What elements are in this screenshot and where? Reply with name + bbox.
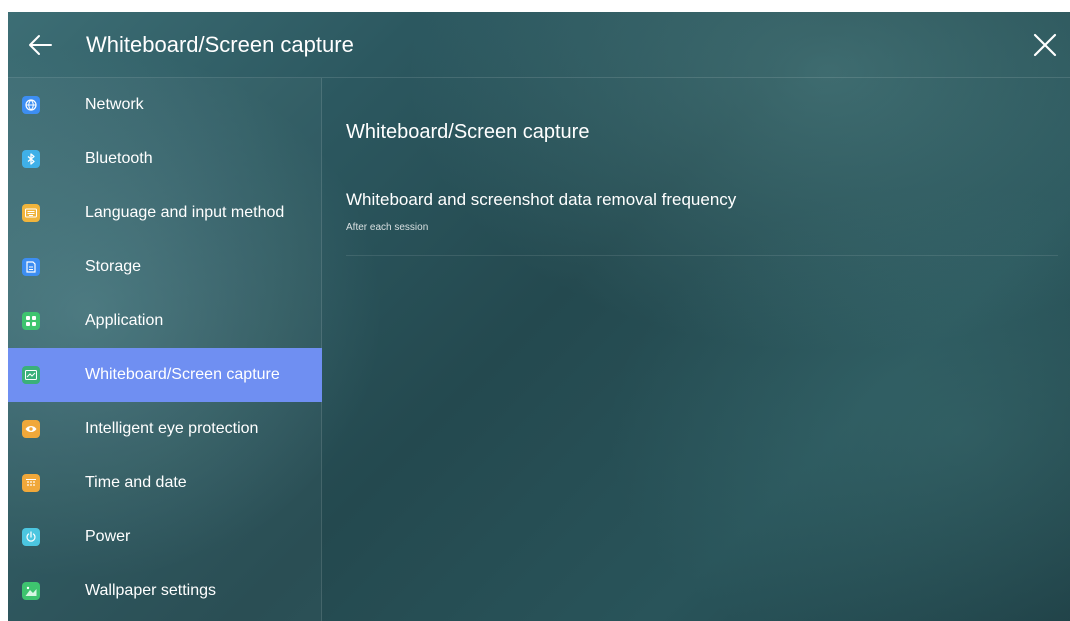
sidebar-item-time-date[interactable]: Time and date: [8, 456, 322, 510]
settings-window: Whiteboard/Screen capture Network Blueto…: [8, 12, 1070, 621]
close-button[interactable]: [1028, 28, 1062, 62]
setting-title: Whiteboard and screenshot data removal f…: [346, 190, 737, 209]
sidebar-item-network[interactable]: Network: [8, 78, 322, 132]
sidebar-item-label: Time and date: [85, 474, 187, 491]
settings-sidebar: Network Bluetooth Language and input met…: [8, 78, 322, 621]
header-bar: Whiteboard/Screen capture: [8, 12, 1070, 78]
removal-frequency-setting[interactable]: Whiteboard and screenshot data removal f…: [346, 178, 1058, 256]
wallpaper-icon: [22, 582, 40, 600]
sidebar-item-label: Power: [85, 528, 131, 545]
power-icon: [22, 528, 40, 546]
sidebar-item-label: Intelligent eye protection: [85, 420, 259, 437]
keyboard-icon: [22, 204, 40, 222]
settings-content: Whiteboard/Screen capture Whiteboard and…: [323, 78, 1070, 621]
storage-icon: [22, 258, 40, 276]
sidebar-item-bluetooth[interactable]: Bluetooth: [8, 132, 322, 186]
bluetooth-icon: [22, 150, 40, 168]
screen-capture-icon: [22, 366, 40, 384]
arrow-left-icon: [29, 35, 52, 55]
sidebar-item-label: Storage: [85, 258, 142, 275]
sidebar-item-label: Whiteboard/Screen capture: [85, 366, 280, 383]
sidebar-item-label: Bluetooth: [85, 150, 153, 167]
calendar-icon: [22, 474, 40, 492]
eye-icon: [22, 420, 40, 438]
sidebar-item-wallpaper[interactable]: Wallpaper settings: [8, 564, 322, 618]
sidebar-item-label: Network: [85, 96, 144, 113]
sidebar-item-whiteboard[interactable]: Whiteboard/Screen capture: [8, 348, 322, 402]
page-title: Whiteboard/Screen capture: [86, 32, 354, 57]
sidebar-item-application[interactable]: Application: [8, 294, 322, 348]
close-icon: [1033, 33, 1057, 57]
setting-value: After each session: [346, 222, 429, 233]
sidebar-item-storage[interactable]: Storage: [8, 240, 322, 294]
section-title: Whiteboard/Screen capture: [346, 121, 590, 143]
sidebar-item-label: Application: [85, 312, 164, 329]
sidebar-item-label: Wallpaper settings: [85, 582, 217, 599]
apps-grid-icon: [22, 312, 40, 330]
sidebar-item-power[interactable]: Power: [8, 510, 322, 564]
sidebar-item-language[interactable]: Language and input method: [8, 186, 322, 240]
back-button[interactable]: [22, 28, 58, 62]
globe-icon: [22, 96, 40, 114]
sidebar-item-label: Language and input method: [85, 204, 285, 221]
sidebar-item-eye-protection[interactable]: Intelligent eye protection: [8, 402, 322, 456]
